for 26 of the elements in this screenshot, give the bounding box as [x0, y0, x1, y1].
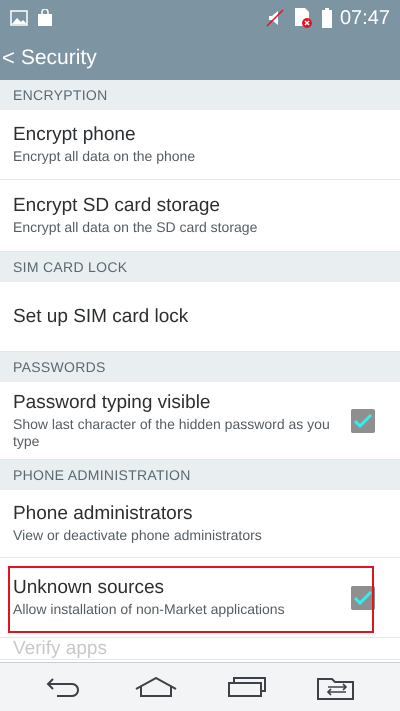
mute-icon [266, 9, 284, 27]
checkbox[interactable] [351, 586, 375, 610]
section-header: PHONE ADMINISTRATION [0, 460, 400, 490]
setting-summary: Allow installation of non-Market applications [13, 601, 286, 618]
shopping-bag-icon [36, 9, 54, 27]
setting-title: Encrypt phone [13, 124, 137, 146]
setting-summary: Encrypt all data on the SD card storage [13, 219, 258, 236]
checkbox[interactable] [351, 408, 375, 432]
settings-row[interactable]: Unknown sources Allow installation of non-Market applications [0, 558, 400, 638]
section-header: SIM CARD LOCK [0, 252, 400, 282]
settings-row[interactable]: Encrypt phone Encrypt all data on the phone [0, 110, 400, 180]
setting-title: Encrypt SD card storage [13, 195, 221, 217]
image-icon [10, 10, 28, 26]
setting-title: Phone administrators [13, 503, 194, 525]
setting-title: Set up SIM card lock [13, 306, 190, 328]
battery-icon [322, 8, 332, 28]
setting-title: Password typing visible [13, 392, 212, 414]
section-header: ENCRYPTION [0, 80, 400, 110]
setting-summary: View or deactivate phone administrators [13, 527, 263, 544]
section-header: PASSWORDS [0, 352, 400, 382]
clock: 07:47 [340, 6, 390, 30]
setting-title: Unknown sources [13, 577, 166, 599]
setting-summary: Show last character of the hidden password as you type [13, 416, 331, 450]
screen-title: Security [20, 46, 97, 70]
settings-row[interactable]: Phone administrators View or deactivate phone administrators [0, 490, 400, 558]
setting-summary: Encrypt all data on the phone [13, 148, 196, 165]
